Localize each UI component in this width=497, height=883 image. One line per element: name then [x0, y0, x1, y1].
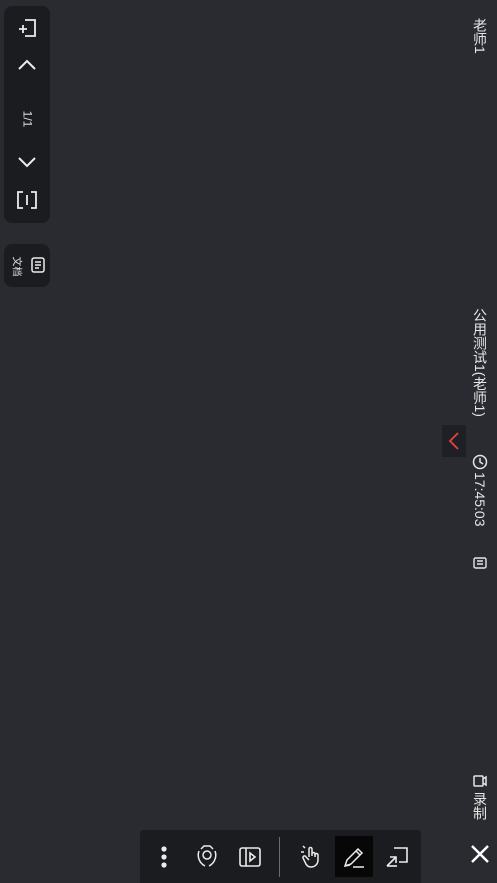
fit-screen-button[interactable] — [13, 186, 41, 214]
teacher-name: 老师1 — [472, 18, 488, 54]
add-page-button[interactable] — [13, 14, 41, 42]
chevron-down-icon — [18, 157, 36, 168]
clock-icon — [472, 454, 488, 470]
media-icon — [239, 846, 261, 867]
camera-flip-icon — [197, 844, 217, 867]
class-title: 公用测试1(老师1) — [472, 308, 488, 417]
collapse-sidebar-button[interactable] — [442, 425, 466, 457]
pencil-button[interactable] — [335, 836, 373, 877]
record-button[interactable]: 录制 — [471, 792, 489, 820]
document-icon — [31, 257, 45, 273]
page-indicator: 1/1 — [20, 110, 34, 128]
pointer-hand-icon — [301, 844, 319, 868]
more-button[interactable] — [145, 836, 183, 877]
toolbar-divider — [279, 837, 280, 877]
screen-share-button[interactable] — [378, 836, 416, 877]
add-page-icon — [19, 19, 36, 37]
record-icon-wrap[interactable] — [472, 773, 488, 794]
document-button[interactable]: 文档 — [4, 244, 50, 287]
chevron-left-icon — [448, 432, 459, 450]
pointer-hand-button[interactable] — [292, 836, 330, 877]
document-label: 文档 — [10, 256, 22, 276]
record-icon — [473, 775, 487, 787]
document-icon-wrap — [28, 254, 48, 276]
pencil-icon — [343, 847, 364, 868]
info-icon — [473, 557, 487, 569]
clock-text: 17:45:03 — [472, 472, 488, 527]
fit-screen-icon — [17, 191, 37, 209]
camera-flip-button[interactable] — [188, 836, 226, 877]
screen-share-icon — [386, 846, 408, 867]
close-button[interactable] — [466, 840, 494, 868]
chevron-up-icon — [18, 59, 36, 70]
close-icon — [471, 845, 489, 863]
media-button[interactable] — [231, 836, 269, 877]
prev-page-button[interactable] — [13, 52, 41, 78]
bottom-toolbar — [140, 830, 421, 883]
page-control-panel: 1/1 — [4, 6, 50, 223]
next-page-button[interactable] — [13, 149, 41, 175]
info-icon-wrap[interactable] — [472, 555, 488, 576]
more-icon — [161, 845, 167, 868]
